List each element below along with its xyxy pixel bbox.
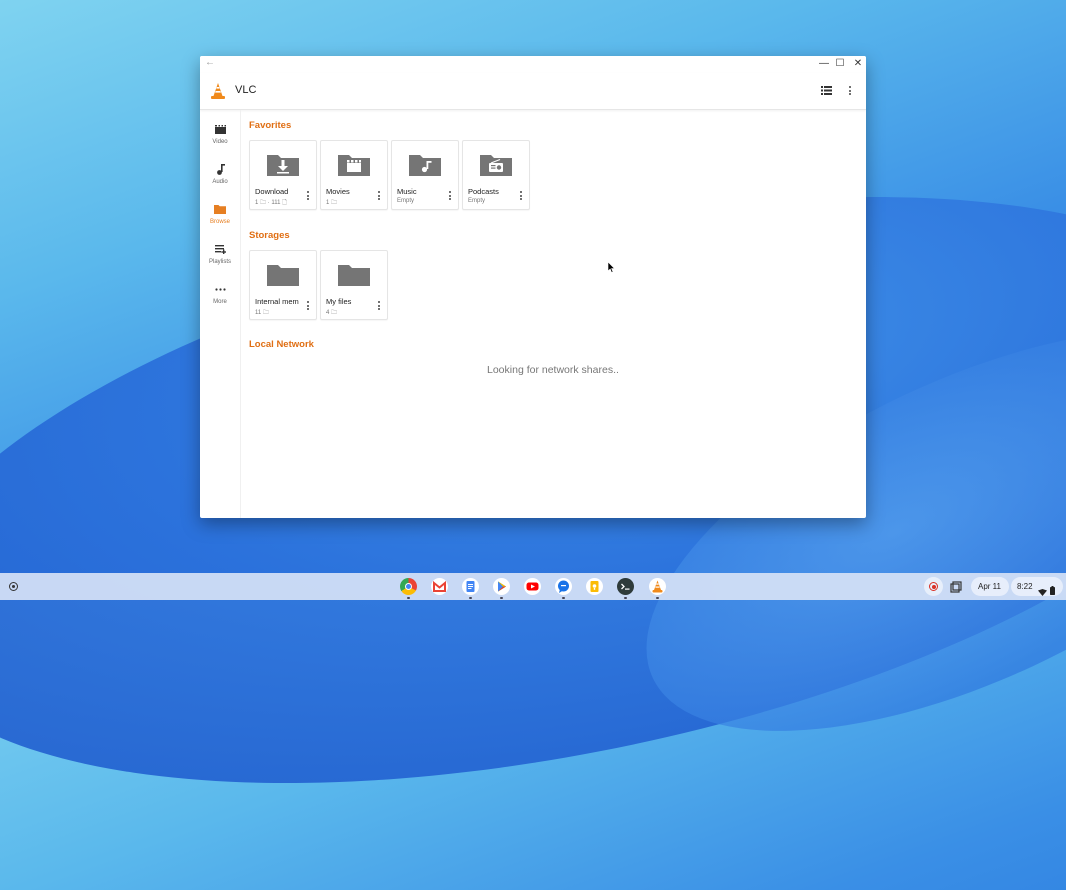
docs-icon[interactable] xyxy=(462,578,479,599)
minimize-button[interactable]: — xyxy=(818,57,830,71)
date-pill[interactable]: Apr 11 xyxy=(971,577,1009,596)
more-horizontal-icon xyxy=(200,282,240,296)
network-status-text: Looking for network shares.. xyxy=(487,364,619,376)
back-icon[interactable]: ← xyxy=(205,57,215,68)
music-folder-icon xyxy=(409,155,441,176)
battery-icon xyxy=(1050,582,1055,600)
favorite-card-podcasts[interactable]: Podcasts Empty xyxy=(462,140,530,210)
play-store-icon[interactable] xyxy=(493,578,510,599)
clock-text: 8:22 xyxy=(1017,582,1033,591)
status-area[interactable]: 8:22 xyxy=(1011,577,1063,596)
movies-folder-icon xyxy=(338,155,370,176)
chrome-icon[interactable] xyxy=(400,578,417,599)
podcast-folder-icon xyxy=(480,155,512,176)
card-name: Music xyxy=(397,187,417,196)
folder-icon xyxy=(200,202,240,216)
card-more-icon[interactable] xyxy=(306,301,310,313)
messages-icon[interactable] xyxy=(555,578,572,599)
card-name: Movies xyxy=(326,187,350,196)
card-subtitle: 1 🗀 xyxy=(326,200,338,206)
browse-content: Favorites Download 1 🗀 · 111 🗋 Movies 1 … xyxy=(249,110,866,518)
rail-label: Playlists xyxy=(208,259,231,265)
card-name: Download xyxy=(255,187,289,196)
card-more-icon[interactable] xyxy=(448,191,452,203)
card-subtitle: Empty xyxy=(468,198,486,204)
card-subtitle: 11 🗀 xyxy=(255,310,269,316)
folder-icon xyxy=(338,265,370,286)
keep-icon[interactable] xyxy=(586,578,603,595)
close-button[interactable]: ✕ xyxy=(852,57,864,71)
youtube-icon[interactable] xyxy=(524,578,541,595)
download-folder-icon xyxy=(267,155,299,176)
rail-label: Browse xyxy=(209,219,230,225)
card-more-icon[interactable] xyxy=(377,191,381,203)
card-subtitle: 4 🗀 xyxy=(326,310,338,316)
rail-item-video[interactable]: Video xyxy=(200,122,240,145)
chromeos-shelf: Apr 11 8:22 xyxy=(0,573,1066,600)
card-subtitle: Empty xyxy=(397,198,415,204)
rail-item-browse[interactable]: Browse xyxy=(200,202,240,225)
section-title-storages: Storages xyxy=(249,230,290,241)
card-name: Internal mem xyxy=(255,297,299,306)
clipboard-icon[interactable] xyxy=(950,580,962,593)
favorite-card-music[interactable]: Music Empty xyxy=(391,140,459,210)
card-more-icon[interactable] xyxy=(306,191,310,203)
terminal-icon[interactable] xyxy=(617,578,634,599)
list-view-icon[interactable] xyxy=(817,82,835,100)
playlist-icon xyxy=(200,242,240,256)
title-bar: ← — ☐ ✕ xyxy=(200,56,866,73)
rail-label: Audio xyxy=(212,179,228,185)
favorite-card-download[interactable]: Download 1 🗀 · 111 🗋 xyxy=(249,140,317,210)
card-subtitle: 1 🗀 · 111 🗋 xyxy=(255,200,287,206)
card-more-icon[interactable] xyxy=(519,191,523,203)
app-title: VLC xyxy=(235,84,257,96)
vlc-icon[interactable] xyxy=(649,578,666,599)
favorite-card-movies[interactable]: Movies 1 🗀 xyxy=(320,140,388,210)
vlc-logo-icon xyxy=(211,83,225,99)
wifi-icon xyxy=(1038,583,1047,601)
maximize-button[interactable]: ☐ xyxy=(834,57,846,71)
mouse-cursor-icon xyxy=(608,262,616,273)
section-title-favorites: Favorites xyxy=(249,120,292,131)
app-bar: VLC xyxy=(200,73,866,110)
folder-icon xyxy=(267,265,299,286)
card-more-icon[interactable] xyxy=(377,301,381,313)
rail-item-audio[interactable]: Audio xyxy=(200,162,240,185)
storage-card-internal[interactable]: Internal mem 11 🗀 xyxy=(249,250,317,320)
card-name: My files xyxy=(326,297,352,306)
screen-record-button[interactable] xyxy=(924,577,943,596)
rail-item-more[interactable]: More xyxy=(200,282,240,305)
gmail-icon[interactable] xyxy=(431,578,448,595)
section-title-local-network: Local Network xyxy=(249,339,314,350)
navigation-rail: Video Audio Browse Playlists More xyxy=(200,110,241,518)
clapperboard-icon xyxy=(200,122,240,136)
card-name: Podcasts xyxy=(468,187,499,196)
date-text: Apr 11 xyxy=(978,582,1001,591)
launcher-button[interactable] xyxy=(9,582,18,591)
vlc-window: ← — ☐ ✕ VLC Video Audio Browse Playlists… xyxy=(200,56,866,518)
overflow-menu-icon[interactable] xyxy=(841,82,859,100)
rail-label: Video xyxy=(212,139,228,145)
rail-item-playlists[interactable]: Playlists xyxy=(200,242,240,265)
music-note-icon xyxy=(200,162,240,176)
storage-card-my-files[interactable]: My files 4 🗀 xyxy=(320,250,388,320)
rail-label: More xyxy=(213,299,227,305)
